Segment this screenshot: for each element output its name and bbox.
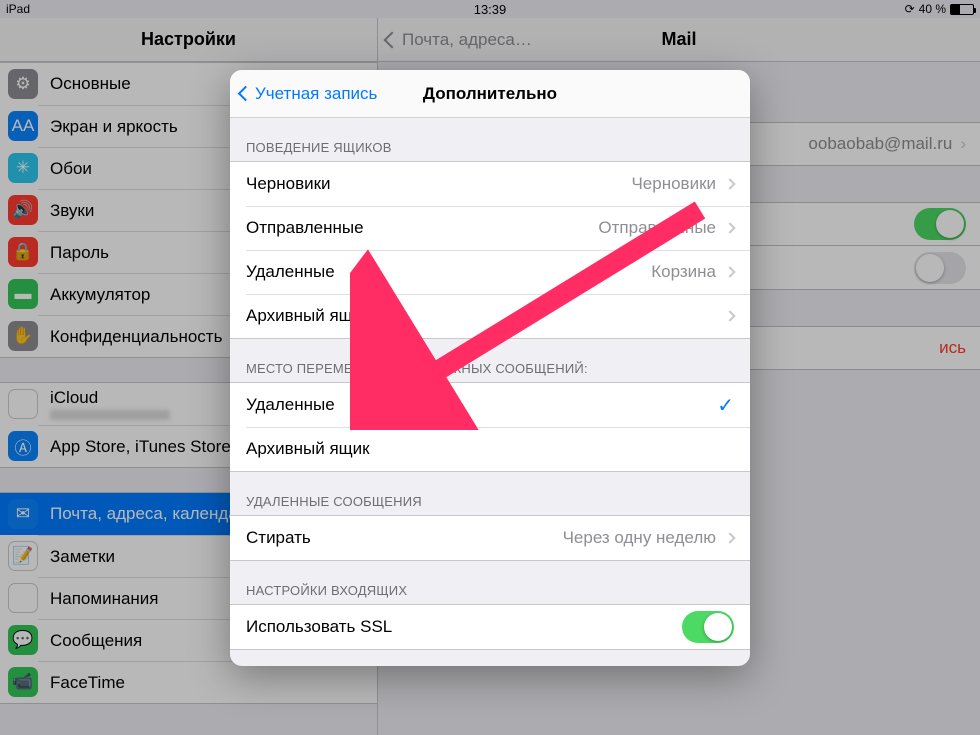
modal-row[interactable]: УдаленныеКорзина [230, 250, 750, 294]
checkmark-icon: ✓ [717, 393, 734, 418]
chevron-right-icon [724, 532, 735, 543]
row-value: Корзина [651, 262, 716, 282]
row-value: Черновики [631, 174, 716, 194]
row-label: Отправленные [246, 218, 598, 238]
row-label: Удаленные [246, 395, 717, 415]
row-value: Через одну неделю [563, 528, 716, 548]
modal-row[interactable]: Использовать SSL [230, 605, 750, 649]
row-label: Использовать SSL [246, 617, 682, 637]
chevron-right-icon [724, 222, 735, 233]
modal-navbar: Учетная запись Дополнительно [230, 70, 750, 118]
row-label: Архивный ящик [246, 439, 734, 459]
modal-row[interactable]: Архивный ящик [230, 294, 750, 338]
modal-row[interactable]: Удаленные✓ [230, 383, 750, 427]
chevron-right-icon [724, 266, 735, 277]
row-label: Удаленные [246, 262, 651, 282]
advanced-modal: Учетная запись Дополнительно ПОВЕДЕНИЕ Я… [230, 70, 750, 666]
screen: iPad 13:39 ⟳ 40 % Настройки ⚙︎ОсновныеAA… [0, 0, 980, 735]
section-header: УДАЛЕННЫЕ СООБЩЕНИЯ [230, 472, 750, 515]
chevron-left-icon [238, 86, 254, 102]
section-header: НАСТРОЙКИ ВХОДЯЩИХ [230, 561, 750, 604]
row-label: Архивный ящик [246, 306, 716, 326]
modal-title: Дополнительно [423, 84, 557, 104]
chevron-right-icon [724, 178, 735, 189]
row-label: Стирать [246, 528, 563, 548]
row-value: Отправленные [598, 218, 716, 238]
chevron-right-icon [724, 310, 735, 321]
modal-body: ПОВЕДЕНИЕ ЯЩИКОВЧерновикиЧерновикиОтправ… [230, 118, 750, 666]
modal-row[interactable]: ОтправленныеОтправленные [230, 206, 750, 250]
section-header: МЕСТО ПЕРЕМЕЩЕНИЖНЫХ СООБЩЕНИЙ: [230, 339, 750, 382]
modal-row[interactable]: Архивный ящик [230, 427, 750, 471]
section-header: ПОВЕДЕНИЕ ЯЩИКОВ [230, 118, 750, 161]
ssl-switch[interactable] [682, 611, 734, 643]
modal-row[interactable]: ЧерновикиЧерновики [230, 162, 750, 206]
modal-row[interactable]: СтиратьЧерез одну неделю [230, 516, 750, 560]
modal-back-button[interactable]: Учетная запись [240, 84, 377, 104]
row-label: Черновики [246, 174, 631, 194]
